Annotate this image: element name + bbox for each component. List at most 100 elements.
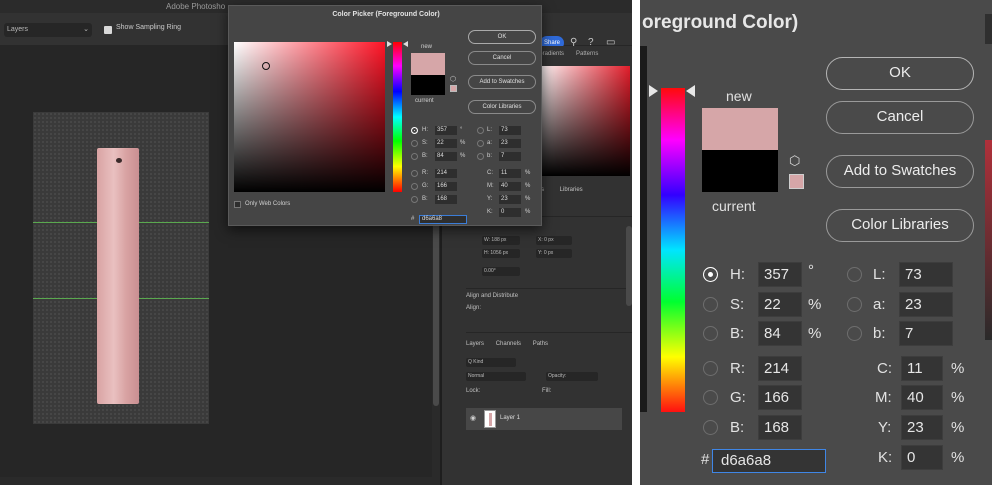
layer-row[interactable]: ◉ Layer 1 bbox=[466, 408, 622, 430]
color-selector-ring[interactable] bbox=[262, 62, 270, 70]
current-color-swatch[interactable] bbox=[702, 150, 778, 192]
hue-slider-arrow-left[interactable] bbox=[387, 41, 392, 47]
blue-label: B: bbox=[422, 196, 428, 202]
color-panel-gradient[interactable] bbox=[538, 66, 630, 176]
hue-radio[interactable] bbox=[411, 127, 418, 134]
color-field-edge[interactable] bbox=[640, 46, 647, 412]
opacity-field[interactable]: Opacity: bbox=[546, 372, 598, 381]
saturation-input[interactable]: 22 bbox=[758, 292, 802, 317]
color-field[interactable] bbox=[234, 42, 385, 192]
blend-mode-select[interactable]: Normal bbox=[466, 372, 526, 381]
layer-kind-filter[interactable]: Q Kind bbox=[466, 358, 516, 367]
brightness-radio[interactable] bbox=[411, 153, 418, 160]
height-field[interactable]: H: 1056 px bbox=[482, 249, 520, 258]
tab-layers[interactable]: Layers bbox=[466, 341, 484, 347]
horizontal-scrollbar[interactable] bbox=[0, 477, 432, 485]
percent-unit: % bbox=[951, 360, 965, 377]
green-radio[interactable] bbox=[411, 183, 418, 190]
blue-radio[interactable] bbox=[703, 420, 718, 435]
add-to-swatches-button[interactable]: Add to Swatches bbox=[468, 75, 536, 89]
percent-unit: % bbox=[525, 209, 531, 215]
y-field[interactable]: Y: 0 px bbox=[536, 249, 572, 258]
ok-button[interactable]: OK bbox=[468, 30, 536, 44]
current-color-swatch[interactable] bbox=[411, 75, 445, 95]
b-radio[interactable] bbox=[847, 326, 862, 341]
red-input[interactable]: 214 bbox=[435, 169, 457, 178]
brightness-radio[interactable] bbox=[703, 326, 718, 341]
lightness-input[interactable]: 73 bbox=[899, 262, 953, 287]
layer-name: Layer 1 bbox=[500, 415, 521, 421]
saturation-radio[interactable] bbox=[411, 140, 418, 147]
align-section-title[interactable]: Align and Distribute bbox=[466, 293, 632, 299]
lightness-input[interactable]: 73 bbox=[499, 126, 521, 135]
yellow-input[interactable]: 23 bbox=[901, 415, 943, 440]
a-radio[interactable] bbox=[847, 297, 862, 312]
hue-slider-arrow-right[interactable] bbox=[686, 85, 695, 97]
sample-layers-select[interactable]: Layers ⌄ bbox=[4, 23, 92, 37]
hex-input[interactable]: d6a6a8 bbox=[419, 215, 467, 224]
magenta-input[interactable]: 40 bbox=[901, 385, 943, 410]
saturation-label: S: bbox=[422, 140, 428, 146]
b-input[interactable]: 7 bbox=[499, 152, 521, 161]
cancel-button[interactable]: Cancel bbox=[468, 51, 536, 65]
b-label: b: bbox=[873, 325, 886, 342]
brightness-input[interactable]: 84 bbox=[758, 321, 802, 346]
b-input[interactable]: 7 bbox=[899, 321, 953, 346]
tab-channels[interactable]: Channels bbox=[496, 341, 521, 347]
saturation-radio[interactable] bbox=[703, 297, 718, 312]
b-radio[interactable] bbox=[477, 153, 484, 160]
ok-button[interactable]: OK bbox=[826, 57, 974, 90]
hue-slider[interactable] bbox=[661, 88, 685, 412]
a-input[interactable]: 23 bbox=[499, 139, 521, 148]
document-canvas[interactable] bbox=[33, 112, 209, 424]
tab-patterns[interactable]: Patterns bbox=[576, 51, 598, 57]
hue-input[interactable]: 357 bbox=[435, 126, 457, 135]
add-to-swatches-button[interactable]: Add to Swatches bbox=[826, 155, 974, 188]
blue-radio[interactable] bbox=[411, 196, 418, 203]
black-input[interactable]: 0 bbox=[499, 208, 521, 217]
lightness-radio[interactable] bbox=[477, 127, 484, 134]
eye-icon[interactable]: ◉ bbox=[470, 414, 476, 422]
hue-slider-arrow-left[interactable] bbox=[649, 85, 658, 97]
green-input[interactable]: 166 bbox=[435, 182, 457, 191]
hex-hash: # bbox=[701, 451, 710, 468]
degree-unit: ° bbox=[460, 127, 463, 133]
red-radio[interactable] bbox=[703, 361, 718, 376]
hue-radio[interactable] bbox=[703, 267, 718, 282]
hue-slider[interactable] bbox=[393, 42, 402, 192]
magenta-input[interactable]: 40 bbox=[499, 182, 521, 191]
blue-input[interactable]: 168 bbox=[435, 195, 457, 204]
green-radio[interactable] bbox=[703, 390, 718, 405]
cube-icon[interactable]: ⬡ bbox=[789, 153, 800, 169]
web-safe-swatch[interactable] bbox=[789, 174, 804, 189]
color-libraries-button[interactable]: Color Libraries bbox=[826, 209, 974, 242]
sampling-ring-checkbox[interactable] bbox=[104, 26, 112, 34]
lightness-radio[interactable] bbox=[847, 267, 862, 282]
tab-libraries[interactable]: Libraries bbox=[560, 187, 583, 193]
tab-paths[interactable]: Paths bbox=[533, 341, 548, 347]
color-libraries-button[interactable]: Color Libraries bbox=[468, 100, 536, 114]
angle-field[interactable]: 0.00° bbox=[482, 267, 520, 276]
hue-input[interactable]: 357 bbox=[758, 262, 802, 287]
green-input[interactable]: 166 bbox=[758, 385, 802, 410]
red-radio[interactable] bbox=[411, 170, 418, 177]
yellow-input[interactable]: 23 bbox=[499, 195, 521, 204]
cancel-button[interactable]: Cancel bbox=[826, 101, 974, 134]
saturation-input[interactable]: 22 bbox=[435, 139, 457, 148]
hex-input[interactable]: d6a6a8 bbox=[712, 449, 826, 473]
blue-input[interactable]: 168 bbox=[758, 415, 802, 440]
cyan-input[interactable]: 11 bbox=[499, 169, 521, 178]
percent-unit: % bbox=[525, 196, 531, 202]
x-field[interactable]: X: 0 px bbox=[536, 236, 572, 245]
red-input[interactable]: 214 bbox=[758, 356, 802, 381]
cyan-input[interactable]: 11 bbox=[901, 356, 943, 381]
only-web-colors-checkbox[interactable] bbox=[234, 201, 241, 208]
a-radio[interactable] bbox=[477, 140, 484, 147]
black-input[interactable]: 0 bbox=[901, 445, 943, 470]
brightness-input[interactable]: 84 bbox=[435, 152, 457, 161]
hue-slider-arrow-right[interactable] bbox=[403, 41, 408, 47]
a-input[interactable]: 23 bbox=[899, 292, 953, 317]
width-field[interactable]: W: 188 px bbox=[482, 236, 520, 245]
web-safe-swatch[interactable] bbox=[450, 85, 457, 92]
cube-icon[interactable]: ⬡ bbox=[450, 75, 456, 83]
